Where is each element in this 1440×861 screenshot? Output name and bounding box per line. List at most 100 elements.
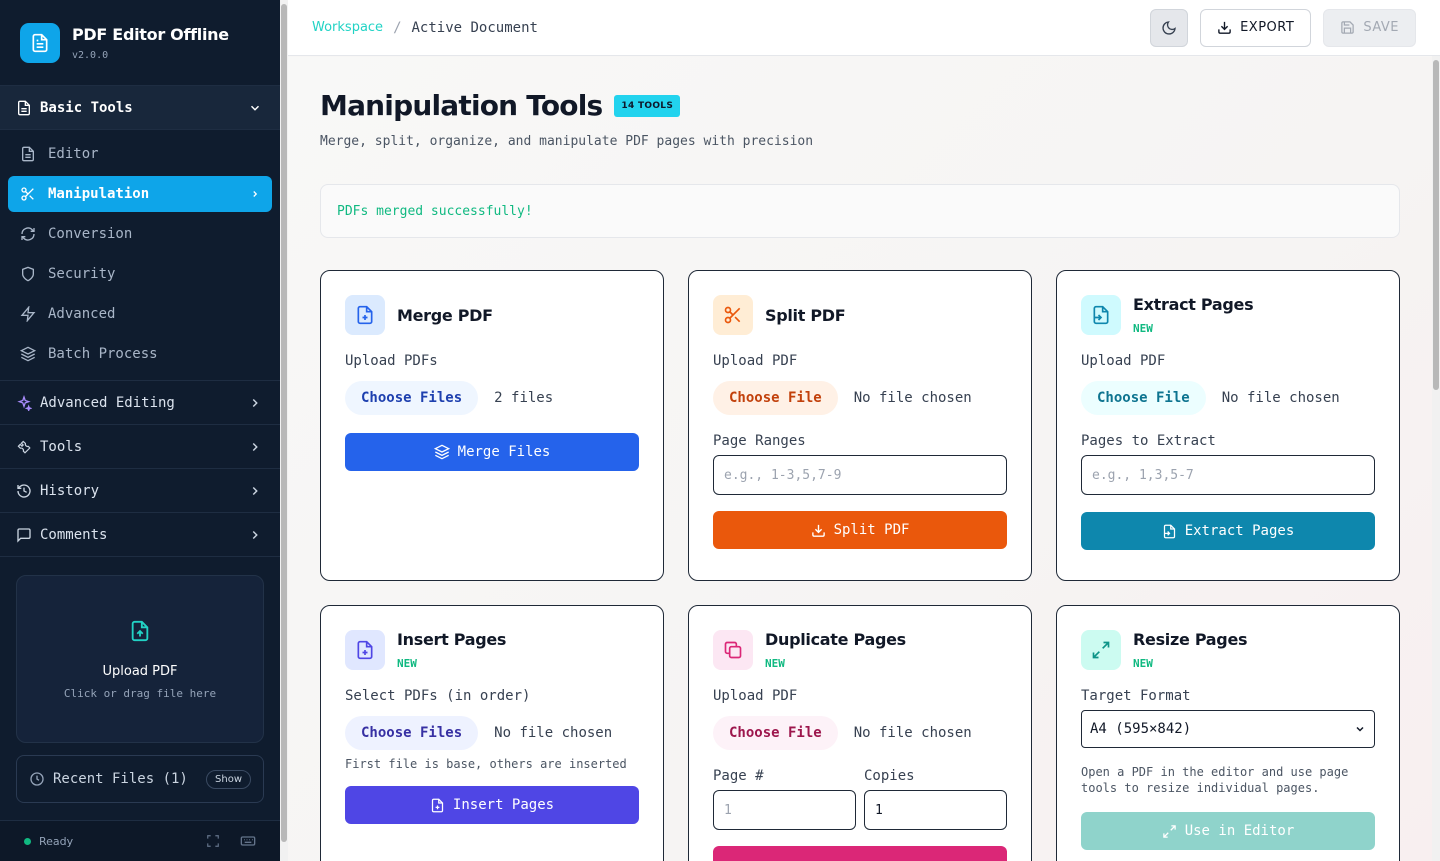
new-badge: NEW [397, 657, 417, 670]
sidebar-item-batch-process[interactable]: Batch Process [8, 336, 272, 372]
section-basic-tools[interactable]: Basic Tools [0, 86, 280, 130]
main-scrollbar-thumb[interactable] [1433, 60, 1439, 390]
page-subtitle: Merge, split, organize, and manipulate P… [320, 134, 814, 149]
show-recent-button[interactable]: Show [206, 769, 251, 789]
section-history[interactable]: History [0, 469, 280, 513]
choose-file-button[interactable]: Choose File [1081, 381, 1206, 415]
target-format-label: Target Format [1081, 688, 1191, 704]
file-text-icon [22, 146, 34, 162]
section-comments[interactable]: Comments [0, 513, 280, 557]
sidebar-item-label: Editor [48, 146, 99, 162]
sidebar-item-security[interactable]: Security [8, 256, 272, 292]
wrench-icon [17, 440, 31, 454]
file-status: No file chosen [853, 390, 972, 406]
insert-hint: First file is base, others are inserted [345, 757, 627, 771]
save-label: SAVE [1363, 20, 1399, 35]
file-status: 2 files [494, 390, 554, 406]
pages-to-extract-label: Pages to Extract [1081, 433, 1216, 449]
save-button[interactable]: SAVE [1323, 8, 1416, 47]
expand-icon [1162, 824, 1176, 838]
download-icon [1218, 21, 1231, 34]
insert-pages-button[interactable]: Insert Pages [345, 786, 639, 824]
recent-files-label: Recent Files (1) [53, 771, 188, 787]
sidebar-item-editor[interactable]: Editor [8, 136, 272, 172]
merge-files-label: Merge Files [457, 444, 551, 460]
insert-pages-label: Insert Pages [452, 797, 555, 813]
card-title: Merge PDF [397, 305, 493, 325]
pages-to-extract-input[interactable]: e.g., 1,3,5-7 [1081, 455, 1375, 495]
copies-input[interactable]: 1 [864, 790, 1007, 830]
choose-file-button[interactable]: Choose File [713, 381, 838, 415]
page-number-label: Page # [713, 768, 764, 784]
scissors-icon [713, 295, 753, 335]
file-status: No file chosen [1221, 390, 1340, 406]
page-ranges-input[interactable]: e.g., 1-3,5,7-9 [713, 455, 1007, 495]
section-label: Basic Tools [40, 99, 133, 116]
file-export-icon [1163, 524, 1175, 538]
card-title: Resize Pages [1133, 630, 1248, 649]
split-pdf-button[interactable]: Split PDF [713, 511, 1007, 549]
file-plus-icon [345, 630, 385, 670]
choose-file-button[interactable]: Choose File [713, 716, 838, 750]
section-tools[interactable]: Tools [0, 425, 280, 469]
split-pdf-card: Split PDF Upload PDF Choose File No file… [688, 270, 1032, 581]
extract-pages-button[interactable]: Extract Pages [1081, 512, 1375, 550]
new-badge: NEW [765, 657, 785, 670]
card-title: Extract Pages [1133, 295, 1254, 314]
chevron-right-icon [252, 486, 258, 495]
upload-title: Upload PDF [102, 664, 178, 679]
sidebar: PDF Editor Offline v2.0.0 Basic Tools Ed… [0, 0, 280, 861]
chevron-right-icon [252, 442, 258, 451]
use-in-editor-button[interactable]: Use in Editor [1081, 812, 1375, 850]
breadcrumb-separator: / [393, 19, 402, 36]
chevron-down-icon [250, 105, 260, 111]
expand-icon [1081, 630, 1121, 670]
download-icon [811, 524, 825, 537]
file-plus-icon [431, 798, 444, 812]
export-button[interactable]: EXPORT [1200, 8, 1312, 47]
target-format-select[interactable]: A4 (595×842) [1081, 710, 1375, 748]
section-advanced-editing[interactable]: Advanced Editing [0, 381, 280, 425]
sidebar-scrollbar[interactable] [280, 0, 288, 861]
sidebar-item-label: Security [48, 266, 116, 282]
copies-label: Copies [864, 768, 915, 784]
resize-hint: Open a PDF in the editor and use page to… [1081, 765, 1349, 795]
fullscreen-icon[interactable] [206, 834, 220, 848]
duplicate-pages-button[interactable] [713, 846, 1007, 861]
keyboard-icon[interactable] [240, 833, 256, 849]
merge-files-button[interactable]: Merge Files [345, 433, 639, 471]
choose-files-button[interactable]: Choose Files [345, 381, 479, 415]
tools-count-badge: 14 TOOLS [614, 94, 681, 117]
sidebar-scrollbar-thumb[interactable] [281, 4, 287, 842]
file-status: No file chosen [494, 725, 613, 741]
recent-files: Recent Files (1) Show [16, 755, 264, 803]
theme-toggle-button[interactable] [1150, 8, 1189, 47]
use-in-editor-label: Use in Editor [1184, 823, 1295, 839]
choose-files-button[interactable]: Choose Files [345, 716, 479, 750]
main-scrollbar[interactable] [1432, 56, 1440, 861]
target-format-value: A4 (595×842) [1090, 721, 1192, 737]
status-text: Ready [39, 834, 74, 848]
chevron-right-icon [253, 191, 258, 197]
upload-dropzone[interactable]: Upload PDF Click or drag file here [16, 575, 264, 743]
page-number-input[interactable]: 1 [713, 790, 856, 830]
card-title: Split PDF [765, 305, 846, 325]
merge-pdf-card: Merge PDF Upload PDFs Choose Files 2 fil… [320, 270, 664, 581]
copy-icon [713, 630, 753, 670]
file-plus-icon [345, 295, 385, 335]
card-title: Insert Pages [397, 630, 507, 649]
section-label: Comments [40, 526, 108, 543]
basic-tools-list: Editor Manipulation Conversion Security … [0, 130, 280, 381]
app-version: v2.0.0 [72, 49, 109, 61]
page-title: Manipulation Tools [320, 89, 603, 122]
breadcrumb-workspace[interactable]: Workspace [312, 20, 383, 35]
new-badge: NEW [1133, 657, 1153, 670]
upload-label: Select PDFs (in order) [345, 688, 531, 704]
sidebar-item-conversion[interactable]: Conversion [8, 216, 272, 252]
sidebar-item-advanced[interactable]: Advanced [8, 296, 272, 332]
resize-pages-card: Resize Pages NEW Target Format A4 (595×8… [1056, 605, 1400, 861]
upload-label: Upload PDF [713, 688, 798, 704]
section-label: Advanced Editing [40, 394, 175, 411]
sidebar-item-manipulation[interactable]: Manipulation [8, 176, 272, 212]
sidebar-item-label: Manipulation [48, 186, 150, 202]
